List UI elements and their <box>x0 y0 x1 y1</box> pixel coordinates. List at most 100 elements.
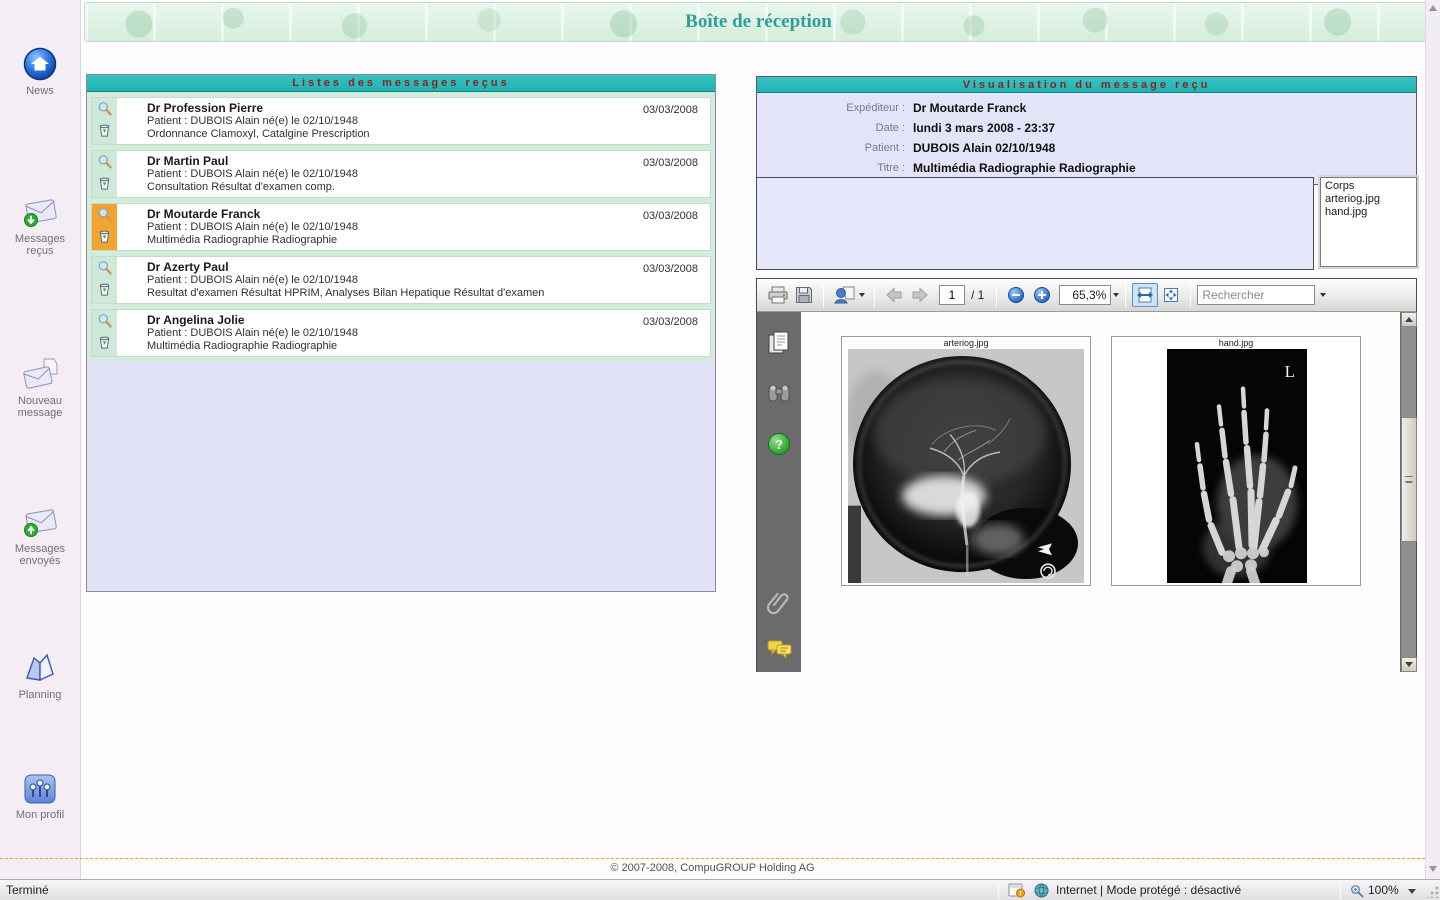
pages-icon[interactable] <box>767 330 791 361</box>
search-dropdown-caret[interactable] <box>1320 293 1326 297</box>
page-alert-icon[interactable]: ! <box>1008 883 1026 900</box>
message-subject: Multimédia Radiographie Radiographie <box>147 234 710 247</box>
magnifier-icon[interactable] <box>97 207 113 228</box>
field-value: lundi 3 mars 2008 - 23:37 <box>913 121 1055 135</box>
message-doctor: Dr Martin Paul <box>147 154 710 168</box>
field-label: Expéditeur : <box>757 102 905 114</box>
message-row-body: Dr Angelina Jolie Patient : DUBOIS Alain… <box>117 310 710 356</box>
message-row[interactable]: Dr Profession Pierre Patient : DUBOIS Al… <box>91 97 711 145</box>
sidebar-item-label: Messages envoyés <box>0 543 80 567</box>
message-row[interactable]: Dr Azerty Paul Patient : DUBOIS Alain né… <box>91 256 711 304</box>
sidebar-item-messages-envoyes[interactable]: Messages envoyés <box>0 506 80 567</box>
toolbar-separator <box>1190 283 1191 307</box>
globe-icon <box>1034 883 1049 900</box>
browser-zoom-value[interactable]: 100% <box>1368 883 1399 897</box>
pdf-page: arteriog.jpg <box>801 312 1416 672</box>
browser-zoom-caret[interactable] <box>1408 889 1416 894</box>
trash-icon[interactable] <box>97 122 112 143</box>
status-zoom-icon <box>1350 884 1364 900</box>
zoom-out-button[interactable] <box>1003 283 1029 307</box>
attachment-image-frame: arteriog.jpg <box>841 336 1091 586</box>
message-row-body: Dr Moutarde Franck Patient : DUBOIS Alai… <box>117 204 710 250</box>
footer-divider <box>0 858 1425 859</box>
messages-list-items: Dr Profession Pierre Patient : DUBOIS Al… <box>87 92 715 361</box>
status-separator <box>998 882 999 899</box>
comments-icon[interactable] <box>767 638 793 665</box>
message-row[interactable]: Dr Angelina Jolie Patient : DUBOIS Alain… <box>91 309 711 357</box>
sidebar-item-messages-recus[interactable]: Messages reçus <box>0 196 80 257</box>
zoom-out-icon <box>1007 286 1025 304</box>
profile-icon <box>0 772 80 806</box>
sign-button[interactable] <box>830 283 868 307</box>
attachment-item[interactable]: arteriog.jpg <box>1325 193 1412 206</box>
fit-width-button[interactable] <box>1132 283 1158 307</box>
image-caption: arteriog.jpg <box>842 337 1090 349</box>
toolbar-separator <box>874 283 875 307</box>
save-button[interactable] <box>791 283 817 307</box>
browser-scroll-down-button[interactable] <box>1429 866 1437 872</box>
sidebar-item-label: News <box>0 85 80 97</box>
trash-icon[interactable] <box>97 175 112 196</box>
paperclip-icon[interactable] <box>767 588 791 621</box>
attachment-item[interactable]: hand.jpg <box>1325 206 1412 219</box>
message-row-body: Dr Profession Pierre Patient : DUBOIS Al… <box>117 98 710 144</box>
zoom-in-button[interactable] <box>1029 283 1055 307</box>
zoom-level-box[interactable]: 65,3% <box>1059 285 1111 305</box>
trash-icon[interactable] <box>97 228 112 249</box>
trash-icon[interactable] <box>97 334 112 355</box>
next-page-button[interactable] <box>907 283 933 307</box>
toolbar-separator <box>1125 283 1126 307</box>
sidebar-item-planning[interactable]: Planning <box>0 650 80 701</box>
resize-grip[interactable] <box>1427 886 1439 898</box>
sidebar-item-label: Messages reçus <box>0 233 80 257</box>
previous-page-button[interactable] <box>881 283 907 307</box>
sidebar-item-mon-profil[interactable]: Mon profil <box>0 772 80 821</box>
fit-width-icon <box>1136 286 1154 304</box>
message-subject: Ordonnance Clamoxyl, Catalgine Prescript… <box>147 128 710 141</box>
pdf-scroll-up-button[interactable] <box>1401 312 1417 327</box>
page-number-input[interactable] <box>939 285 965 305</box>
message-patient: Patient : DUBOIS Alain né(e) le 02/10/19… <box>147 115 710 128</box>
pdf-scroll-thumb[interactable] <box>1401 417 1417 542</box>
binoculars-icon[interactable] <box>767 382 791 409</box>
zoom-in-icon <box>1033 286 1051 304</box>
page-title: Boîte de réception <box>85 11 1432 33</box>
field-row: Expéditeur : Dr Moutarde Franck <box>757 98 1416 118</box>
help-icon[interactable]: ? <box>767 432 791 461</box>
browser-status-bar: Terminé ! Internet | Mode protégé : désa… <box>0 879 1440 900</box>
sidebar-item-label: Mon profil <box>0 809 80 821</box>
save-icon <box>795 286 813 304</box>
message-row-actions <box>92 98 117 144</box>
back-arrow-icon <box>885 287 903 303</box>
magnifier-icon[interactable] <box>97 260 113 281</box>
zoom-dropdown-caret[interactable] <box>1113 293 1119 297</box>
trash-icon[interactable] <box>97 281 112 302</box>
attachment-image-frame: hand.jpg <box>1111 336 1361 586</box>
message-row[interactable]: Dr Martin Paul Patient : DUBOIS Alain né… <box>91 150 711 198</box>
magnifier-icon[interactable] <box>97 313 113 334</box>
home-icon <box>0 46 80 82</box>
magnifier-icon[interactable] <box>97 101 113 122</box>
pdf-scroll-down-button[interactable] <box>1401 657 1417 672</box>
pdf-scrollbar[interactable] <box>1400 312 1416 672</box>
message-date: 03/03/2008 <box>643 263 698 275</box>
attachments-box: Corps arteriog.jpg hand.jpg <box>1320 177 1417 267</box>
pdf-viewer: / 1 65,3% <box>756 278 1417 672</box>
sidebar-item-label: Planning <box>0 689 80 701</box>
sidebar-item-nouveau-message[interactable]: Nouveau message <box>0 356 80 419</box>
search-input[interactable] <box>1197 285 1315 305</box>
attachment-item[interactable]: Corps <box>1325 180 1412 193</box>
message-doctor: Dr Azerty Paul <box>147 260 710 274</box>
message-row-selected[interactable]: Dr Moutarde Franck Patient : DUBOIS Alai… <box>91 203 711 251</box>
fit-page-button[interactable] <box>1158 283 1184 307</box>
messages-list-panel: Listes des messages reçus Dr Profession … <box>86 74 716 592</box>
sign-dropdown-caret[interactable] <box>859 293 865 297</box>
message-patient: Patient : DUBOIS Alain né(e) le 02/10/19… <box>147 221 710 234</box>
browser-scrollbar[interactable] <box>1425 0 1440 879</box>
envelope-down-icon <box>0 196 80 230</box>
browser-scroll-up-button[interactable] <box>1429 5 1437 11</box>
print-button[interactable] <box>765 283 791 307</box>
message-doctor: Dr Angelina Jolie <box>147 313 710 327</box>
sidebar-item-news[interactable]: News <box>0 46 80 97</box>
magnifier-icon[interactable] <box>97 154 113 175</box>
